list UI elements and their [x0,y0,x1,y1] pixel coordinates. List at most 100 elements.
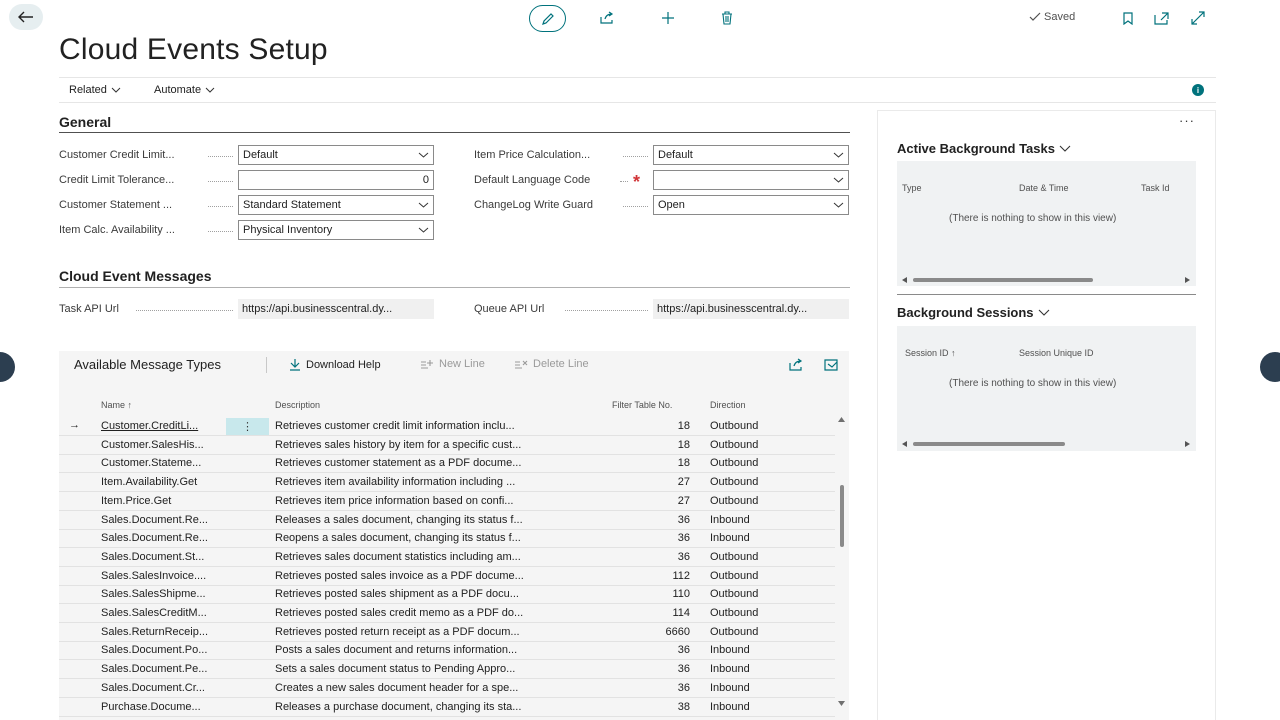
new-line-button[interactable]: New Line [420,358,485,370]
back-button[interactable] [9,4,43,30]
sessions-empty-message: (There is nothing to show in this view) [949,378,1117,389]
table-row[interactable]: Sales.Document.Cr... Creates a new sales … [59,679,835,698]
table-row[interactable]: Sales.Document.Re... Releases a sales doc… [59,511,835,530]
queue-api-url-field[interactable]: https://api.businesscentral.dy... [653,299,849,319]
customer-statement-select[interactable]: Standard Statement [238,195,434,215]
row-direction-cell: Inbound [710,513,750,526]
task-api-url-field[interactable]: https://api.businesscentral.dy... [238,299,434,319]
table-row[interactable]: Sales.SalesInvoice.... Retrieves posted s… [59,567,835,586]
column-header-direction[interactable]: Direction [710,400,746,410]
share-button[interactable] [596,7,618,29]
row-description-cell: Retrieves item price information based o… [275,494,514,507]
row-direction-cell: Outbound [710,457,759,470]
row-description-cell: Retrieves posted sales credit memo as a … [275,607,524,619]
background-sessions-title[interactable]: Background Sessions [897,305,1050,320]
row-name-cell[interactable]: Sales.SalesShipme... [101,588,225,600]
default-language-code-select[interactable] [653,170,849,190]
row-description-cell: Releases a sales document, changing its … [275,513,523,526]
sessions-col-id[interactable]: Session ID ↑ [905,348,956,358]
download-help-button[interactable]: Download Help [289,358,381,371]
row-name-cell[interactable]: Customer.CreditLi... [101,420,225,432]
bookmark-icon [1123,11,1133,25]
more-options-icon[interactable]: ··· [1179,113,1195,128]
vertical-scrollbar[interactable] [835,413,849,720]
table-row[interactable]: Sales.Document.Re... Reopens a sales docu… [59,529,835,549]
row-name-cell[interactable]: Sales.ReturnReceip... [101,626,225,638]
table-row[interactable]: Item.Availability.Get Retrieves item avai… [59,473,835,493]
item-price-calculation-select[interactable]: Default [653,145,849,165]
row-name-cell[interactable]: Sales.Document.Pe... [101,663,225,675]
row-name-cell[interactable]: Sales.Document.St... [101,551,225,563]
column-header-description[interactable]: Description [275,400,320,410]
tasks-horizontal-scrollbar[interactable] [913,278,1093,282]
leader-dots [620,181,628,182]
row-name-cell[interactable]: Item.Price.Get [101,495,225,507]
bookmark-button[interactable] [1117,7,1139,29]
info-button[interactable]: i [1192,84,1204,96]
credit-limit-tolerance-input[interactable]: 0 [238,170,434,190]
column-header-name[interactable]: Name ↑ [101,400,132,410]
table-row[interactable]: Sales.ReturnReceip... Retrieves posted re… [59,623,835,642]
list-share-button[interactable] [789,358,804,371]
sessions-horizontal-scrollbar[interactable] [913,442,1065,446]
row-name-cell[interactable]: Sales.Document.Cr... [101,682,225,694]
new-button[interactable] [657,7,679,29]
action-bar: Related Automate i [59,77,1216,103]
row-name-cell[interactable]: Sales.SalesCreditM... [101,607,225,619]
delete-line-button[interactable]: Delete Line [514,358,589,370]
page-title: Cloud Events Setup [59,33,328,66]
automate-label: Automate [154,84,202,96]
chevron-down-icon [833,152,844,158]
right-side-tab[interactable] [1260,352,1280,382]
row-actions-icon[interactable]: ⋮ [226,418,269,435]
queue-api-url-label: Queue API Url [474,303,545,315]
current-row-arrow-icon: → [69,419,80,431]
scroll-right-icon [1185,277,1190,283]
left-side-tab[interactable] [0,352,15,382]
row-name-cell[interactable]: Purchase.Docume... [101,701,225,713]
table-row[interactable]: → ⋮ Customer.CreditLi... Retrieves customer… [59,417,835,436]
row-name-cell[interactable]: Customer.Stateme... [101,457,225,469]
required-indicator-icon: * [633,172,641,192]
tasks-col-taskid[interactable]: Task Id [1141,183,1170,193]
row-name-cell[interactable]: Item.Availability.Get [101,476,225,488]
scrollbar-thumb[interactable] [840,485,844,547]
customer-credit-limit-select[interactable]: Default [238,145,434,165]
open-new-window-button[interactable] [1151,7,1173,29]
active-tasks-title[interactable]: Active Background Tasks [897,141,1071,156]
edit-button[interactable] [529,5,566,32]
table-row[interactable]: Item.Price.Get Retrieves item price infor… [59,492,835,511]
table-row[interactable]: Customer.Stateme... Retrieves customer st… [59,454,835,474]
table-row[interactable]: Sales.Document.Pe... Sets a sales documen… [59,660,835,680]
chevron-down-icon [833,177,844,183]
expand-button[interactable] [1187,7,1209,29]
sessions-col-unique-id[interactable]: Session Unique ID [1019,348,1094,358]
table-row[interactable]: Sales.SalesCreditM... Retrieves posted sa… [59,604,835,623]
changelog-write-guard-select[interactable]: Open [653,195,849,215]
table-row[interactable]: Customer.SalesHis... Retrieves sales hist… [59,436,835,455]
leader-dots [623,206,648,207]
table-row[interactable]: Sales.Document.St... Retrieves sales docu… [59,548,835,567]
customer-statement-label: Customer Statement ... [59,199,173,211]
row-name-cell[interactable]: Sales.SalesInvoice.... [101,570,225,582]
row-name-cell[interactable]: Sales.Document.Re... [101,532,225,544]
item-calc-availability-select[interactable]: Physical Inventory [238,220,434,240]
list-open-in-excel-button[interactable] [824,358,839,371]
column-header-filter-table[interactable]: Filter Table No. [612,400,672,410]
row-name-cell[interactable]: Sales.Document.Re... [101,514,225,526]
row-name-cell[interactable]: Customer.SalesHis... [101,439,225,451]
table-row[interactable]: Sales.Document.Po... Posts a sales docume… [59,641,835,661]
table-row[interactable]: Sales.SalesShipme... Retrieves posted sal… [59,585,835,605]
row-name-cell[interactable]: Sales.Document.Po... [101,644,225,656]
automate-menu[interactable]: Automate [154,84,215,96]
related-menu[interactable]: Related [69,84,121,96]
tasks-col-type[interactable]: Type [902,183,922,193]
delete-button[interactable] [716,7,738,29]
table-row[interactable]: Purchase.Docume... Releases a purchase do… [59,698,835,717]
tasks-col-datetime[interactable]: Date & Time [1019,183,1069,193]
download-icon [290,359,300,371]
section-divider [59,287,850,288]
leader-dots [136,310,233,311]
chevron-down-icon [1038,309,1049,316]
leader-dots [208,231,233,232]
